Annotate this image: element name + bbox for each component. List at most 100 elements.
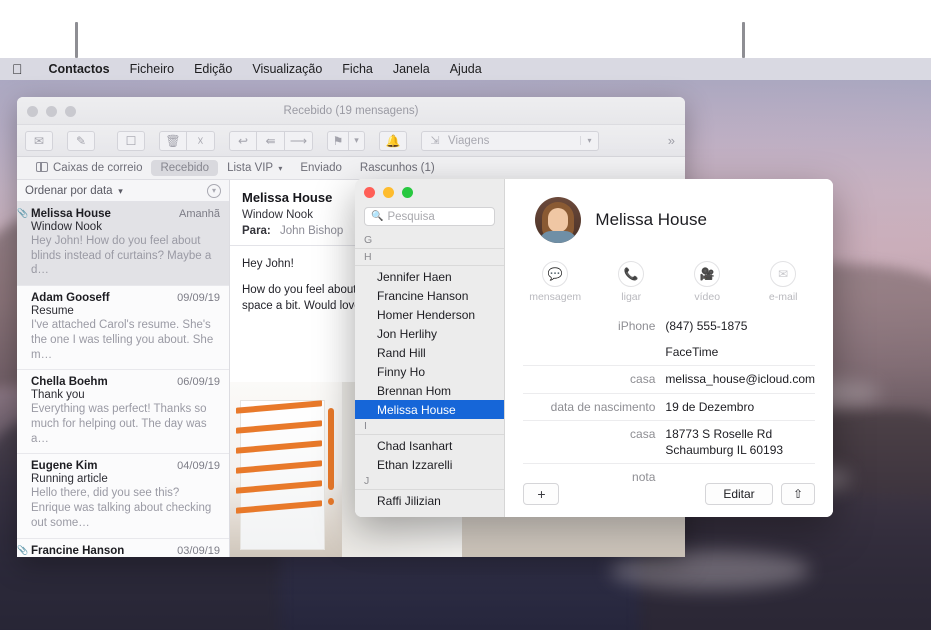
message-row[interactable]: 📎 Francine Hanson 03/09/19 Desert Photos… bbox=[17, 539, 229, 557]
minimize-button[interactable] bbox=[383, 187, 394, 198]
action-email[interactable]: ✉ e-mail bbox=[757, 261, 809, 303]
message-preview: Hey John! How do you feel about blinds i… bbox=[31, 234, 220, 278]
field-row-address[interactable]: casa 18773 S Roselle Rd Schaumburg IL 60… bbox=[523, 421, 815, 464]
contact-list-item[interactable]: Raffi Jilizian bbox=[355, 491, 504, 510]
mail-toolbar[interactable]: ✉ ✎ ☐ 🗑 ☓ ↩ ⇚ ⟶ ⚑ ▾ 🔔 ⇲ bbox=[17, 125, 685, 157]
double-chevron-right-icon[interactable]: » bbox=[668, 133, 675, 148]
sort-bar[interactable]: Ordenar por data ▾ ▾ bbox=[17, 180, 229, 202]
message-row[interactable]: Eugene Kim 04/09/19 Running article Hell… bbox=[17, 454, 229, 538]
action-video[interactable]: 🎥 vídeo bbox=[681, 261, 733, 303]
compose-icon[interactable]: ✎ bbox=[67, 131, 95, 151]
contact-list-item[interactable]: Ethan Izzarelli bbox=[355, 455, 504, 474]
field-row-email[interactable]: casa melissa_house@icloud.com bbox=[523, 366, 815, 393]
message-sender: Francine Hanson bbox=[31, 545, 124, 557]
section-header-g: G bbox=[355, 233, 504, 249]
tab-lista-vip[interactable]: Lista VIP ▾ bbox=[218, 160, 291, 176]
reply-arrow-icon[interactable]: ↩ bbox=[229, 131, 257, 151]
avatar-face bbox=[548, 208, 568, 232]
contact-card-footer[interactable]: + Editar ⇧ bbox=[523, 483, 815, 505]
contacts-title-bar[interactable] bbox=[355, 179, 504, 205]
archive-box-icon[interactable]: ☐ bbox=[117, 131, 145, 151]
contact-list-item[interactable]: Jon Herlihy bbox=[355, 324, 504, 343]
action-mensagem[interactable]: 💬 mensagem bbox=[529, 261, 581, 303]
filter-icon[interactable]: ▾ bbox=[207, 184, 221, 198]
mail-title-bar[interactable]: Recebido (19 mensagens) bbox=[17, 97, 685, 125]
tab-caixas-de-correio[interactable]: Caixas de correio bbox=[27, 160, 151, 176]
message-date: Amanhã bbox=[179, 208, 220, 220]
menu-item-visualizacao[interactable]: Visualização bbox=[242, 62, 332, 76]
chevron-down-icon[interactable]: ▾ bbox=[349, 131, 365, 151]
envelope-icon[interactable]: ✉ bbox=[25, 131, 53, 151]
share-icon[interactable]: ⇧ bbox=[781, 483, 815, 505]
menu-item-edicao[interactable]: Edição bbox=[184, 62, 242, 76]
chevron-down-icon[interactable]: ▾ bbox=[580, 136, 598, 145]
close-button[interactable] bbox=[364, 187, 375, 198]
contacts-window[interactable]: 🔍 G H Jennifer Haen Francine Hanson Home… bbox=[355, 179, 833, 517]
field-label: casa bbox=[523, 371, 655, 387]
field-row-facetime[interactable]: FaceTime bbox=[523, 339, 815, 366]
message-preview: Hello there, did you see this? Enrique w… bbox=[31, 486, 220, 530]
contact-list-item[interactable]: Chad Isanhart bbox=[355, 436, 504, 455]
trash-icon[interactable]: 🗑 bbox=[159, 131, 187, 151]
minimize-button[interactable] bbox=[46, 106, 57, 117]
message-date: 03/09/19 bbox=[177, 545, 220, 557]
field-row-birthday[interactable]: data de nascimento 19 de Dezembro bbox=[523, 394, 815, 421]
apple-logo-icon[interactable]:  bbox=[12, 62, 23, 76]
contacts-list[interactable]: G H Jennifer Haen Francine Hanson Homer … bbox=[355, 233, 504, 517]
recipient-value: John Bishop bbox=[280, 225, 343, 237]
message-row[interactable]: Adam Gooseff 09/09/19 Resume I've attach… bbox=[17, 286, 229, 370]
contact-quick-actions[interactable]: 💬 mensagem 📞 ligar 🎥 vídeo ✉ e-mail bbox=[523, 243, 815, 309]
search-input[interactable] bbox=[387, 211, 488, 223]
contact-list-item[interactable]: Francine Hanson bbox=[355, 286, 504, 305]
contact-list-item[interactable]: Homer Henderson bbox=[355, 305, 504, 324]
menu-item-ficheiro[interactable]: Ficheiro bbox=[120, 62, 184, 76]
field-value: 19 de Dezembro bbox=[665, 399, 754, 415]
field-value: (847) 555-1875 bbox=[665, 318, 747, 334]
contact-list-item-selected[interactable]: Melissa House bbox=[355, 400, 504, 419]
menu-bar:  Contactos Ficheiro Edição Visualização… bbox=[0, 58, 931, 80]
section-header-h: H bbox=[355, 250, 504, 266]
flag-icon[interactable]: ⚑ bbox=[327, 131, 349, 151]
mail-window-title: Recebido (19 mensagens) bbox=[17, 97, 685, 125]
menu-item-ficha[interactable]: Ficha bbox=[332, 62, 383, 76]
sort-control[interactable]: Ordenar por data ▾ bbox=[25, 185, 123, 197]
message-row[interactable]: Chella Boehm 06/09/19 Thank you Everythi… bbox=[17, 370, 229, 454]
tab-recebido[interactable]: Recebido bbox=[151, 160, 218, 176]
avatar[interactable] bbox=[535, 197, 581, 243]
message-subject: Resume bbox=[31, 305, 220, 317]
contacts-traffic-lights[interactable] bbox=[364, 187, 413, 198]
field-row-phone[interactable]: iPhone (847) 555-1875 bbox=[523, 313, 815, 339]
field-label: iPhone bbox=[523, 318, 655, 334]
message-list[interactable]: Ordenar por data ▾ ▾ 📎 Melissa House Ama… bbox=[17, 180, 230, 557]
action-ligar[interactable]: 📞 ligar bbox=[605, 261, 657, 303]
junk-mail-icon[interactable]: ☓ bbox=[187, 131, 215, 151]
message-sender: Chella Boehm bbox=[31, 376, 108, 388]
contact-list-item[interactable]: Jennifer Haen bbox=[355, 267, 504, 286]
contact-list-item[interactable]: Rand Hill bbox=[355, 343, 504, 362]
tab-enviado[interactable]: Enviado bbox=[291, 160, 351, 176]
field-value: melissa_house@icloud.com bbox=[665, 371, 815, 387]
menu-item-janela[interactable]: Janela bbox=[383, 62, 440, 76]
action-label: ligar bbox=[605, 291, 657, 303]
message-subject: Running article bbox=[31, 473, 220, 485]
mail-traffic-lights[interactable] bbox=[27, 106, 76, 117]
message-row[interactable]: 📎 Melissa House Amanhã Window Nook Hey J… bbox=[17, 202, 229, 286]
contact-list-item[interactable]: Brennan Hom bbox=[355, 381, 504, 400]
mute-bell-icon[interactable]: 🔔 bbox=[379, 131, 407, 151]
move-to-mailbox-control[interactable]: ⇲ Viagens ▾ bbox=[421, 131, 599, 151]
forward-arrow-icon[interactable]: ⟶ bbox=[285, 131, 313, 151]
reply-all-icon[interactable]: ⇚ bbox=[257, 131, 285, 151]
tab-rascunhos[interactable]: Rascunhos (1) bbox=[351, 160, 444, 176]
contacts-sidebar[interactable]: 🔍 G H Jennifer Haen Francine Hanson Home… bbox=[355, 179, 505, 517]
recipient-label: Para: bbox=[242, 225, 271, 237]
contacts-search-field[interactable]: 🔍 bbox=[364, 207, 495, 226]
edit-button[interactable]: Editar bbox=[705, 483, 773, 505]
mail-favorites-bar[interactable]: Caixas de correio Recebido Lista VIP ▾ E… bbox=[17, 157, 685, 180]
zoom-button[interactable] bbox=[65, 106, 76, 117]
close-button[interactable] bbox=[27, 106, 38, 117]
menu-item-ajuda[interactable]: Ajuda bbox=[440, 62, 492, 76]
zoom-button[interactable] bbox=[402, 187, 413, 198]
menu-item-contactos[interactable]: Contactos bbox=[39, 62, 120, 76]
contact-list-item[interactable]: Finny Ho bbox=[355, 362, 504, 381]
add-field-button[interactable]: + bbox=[523, 483, 559, 505]
